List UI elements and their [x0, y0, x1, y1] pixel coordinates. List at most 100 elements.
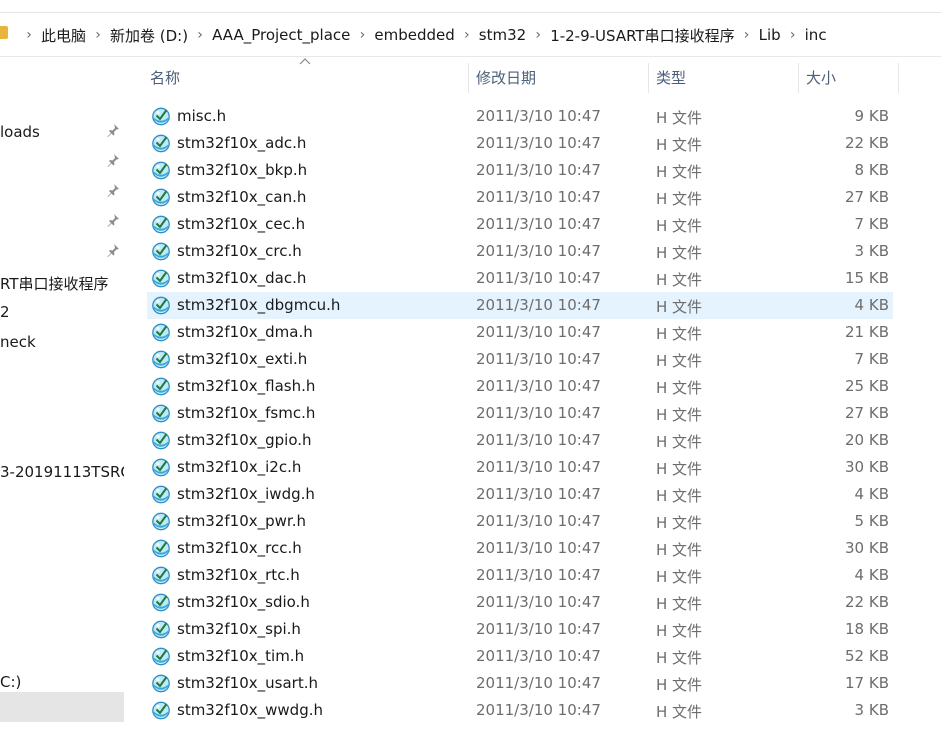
file-size: 21 KB	[845, 323, 889, 341]
file-row[interactable]: stm32f10x_spi.h 2011/3/10 10:47 H 文件 18 KB	[147, 616, 893, 643]
chevron-right-icon[interactable]: ›	[351, 27, 373, 43]
file-size: 17 KB	[845, 674, 889, 692]
breadcrumb-item[interactable]: stm32	[478, 26, 527, 44]
breadcrumb-item[interactable]: Lib	[758, 26, 782, 44]
c-header-file-icon	[152, 512, 170, 531]
chevron-right-icon[interactable]: ›	[18, 27, 40, 43]
column-divider[interactable]	[798, 63, 799, 93]
nav-item[interactable]: 3-20191113TSROY	[0, 457, 124, 487]
chevron-right-icon[interactable]: ›	[736, 27, 758, 43]
breadcrumb-item[interactable]: 1-2-9-USART串口接收程序	[549, 25, 735, 46]
file-row[interactable]: stm32f10x_usart.h 2011/3/10 10:47 H 文件 17 K…	[147, 670, 893, 697]
file-size: 4 KB	[854, 296, 889, 314]
file-row[interactable]: stm32f10x_pwr.h 2011/3/10 10:47 H 文件 5 KB	[147, 508, 893, 535]
c-header-file-icon	[152, 134, 170, 153]
column-name-header[interactable]: 名称	[150, 57, 180, 99]
nav-item[interactable]	[0, 237, 124, 267]
chevron-right-icon[interactable]: ›	[782, 27, 804, 43]
file-size: 18 KB	[845, 620, 889, 638]
pin-icon[interactable]	[105, 212, 121, 228]
c-header-file-icon	[152, 539, 170, 558]
nav-item[interactable]: 2	[0, 297, 124, 327]
nav-item[interactable]	[0, 177, 124, 207]
nav-item[interactable]: neck	[0, 327, 124, 357]
file-row[interactable]: stm32f10x_dma.h 2011/3/10 10:47 H 文件 21 KB	[147, 319, 893, 346]
pin-icon[interactable]	[105, 242, 121, 258]
breadcrumb-item[interactable]: 此电脑	[40, 25, 87, 46]
navigation-pane[interactable]: loads RT串口接收程序 2 neck 3-20191113TSROY C:)	[0, 57, 124, 756]
file-row[interactable]: stm32f10x_dac.h 2011/3/10 10:47 H 文件 15 KB	[147, 265, 893, 292]
file-type: H 文件	[656, 433, 703, 451]
sort-ascending-icon	[299, 58, 311, 65]
chevron-right-icon[interactable]: ›	[456, 27, 478, 43]
file-row[interactable]: stm32f10x_exti.h 2011/3/10 10:47 H 文件 7 KB	[147, 346, 893, 373]
nav-item[interactable]: C:)	[0, 667, 124, 697]
nav-item[interactable]	[0, 207, 124, 237]
file-row[interactable]: stm32f10x_fsmc.h 2011/3/10 10:47 H 文件 27 KB	[147, 400, 893, 427]
file-row[interactable]: stm32f10x_sdio.h 2011/3/10 10:47 H 文件 22 KB	[147, 589, 893, 616]
breadcrumb-item[interactable]: 新加卷 (D:)	[109, 25, 189, 46]
pin-icon[interactable]	[105, 182, 121, 198]
file-row[interactable]: stm32f10x_tim.h 2011/3/10 10:47 H 文件 52 KB	[147, 643, 893, 670]
file-type: H 文件	[656, 460, 703, 478]
pin-icon[interactable]	[105, 152, 121, 168]
column-divider[interactable]	[648, 63, 649, 93]
file-row[interactable]: stm32f10x_flash.h 2011/3/10 10:47 H 文件 25 K…	[147, 373, 893, 400]
breadcrumb-item[interactable]: AAA_Project_place	[211, 26, 351, 44]
file-name: stm32f10x_crc.h	[177, 242, 302, 260]
breadcrumb-item[interactable]: inc	[804, 26, 828, 44]
file-type: H 文件	[656, 271, 703, 289]
file-size: 30 KB	[845, 458, 889, 476]
file-modified-date: 2011/3/10 10:47	[476, 350, 601, 368]
file-size: 3 KB	[854, 701, 889, 719]
file-modified-date: 2011/3/10 10:47	[476, 485, 601, 503]
file-type: H 文件	[656, 406, 703, 424]
nav-item[interactable]: loads	[0, 117, 124, 147]
pin-icon[interactable]	[105, 122, 121, 138]
chevron-right-icon[interactable]: ›	[87, 27, 109, 43]
nav-item[interactable]: RT串口接收程序	[0, 267, 124, 297]
file-name: stm32f10x_usart.h	[177, 674, 318, 692]
file-row[interactable]: stm32f10x_wwdg.h 2011/3/10 10:47 H 文件 3 KB	[147, 697, 893, 724]
file-row[interactable]: stm32f10x_cec.h 2011/3/10 10:47 H 文件 7 KB	[147, 211, 893, 238]
file-row[interactable]: stm32f10x_gpio.h 2011/3/10 10:47 H 文件 20 KB	[147, 427, 893, 454]
breadcrumb-item[interactable]: embedded	[373, 26, 455, 44]
nav-item[interactable]	[0, 147, 124, 177]
file-type: H 文件	[656, 703, 703, 721]
file-row[interactable]: stm32f10x_bkp.h 2011/3/10 10:47 H 文件 8 KB	[147, 157, 893, 184]
file-list[interactable]: 名称 修改日期 类型 大小 misc.h 2011/3/10 10:47 H 文件 9…	[140, 57, 941, 756]
file-row[interactable]: stm32f10x_rcc.h 2011/3/10 10:47 H 文件 30 KB	[147, 535, 893, 562]
column-divider[interactable]	[898, 63, 899, 93]
file-row[interactable]: stm32f10x_can.h 2011/3/10 10:47 H 文件 27 KB	[147, 184, 893, 211]
column-type-header[interactable]: 类型	[656, 57, 686, 99]
c-header-file-icon	[152, 404, 170, 423]
file-size: 27 KB	[845, 404, 889, 422]
file-name: stm32f10x_tim.h	[177, 647, 305, 665]
file-modified-date: 2011/3/10 10:47	[476, 215, 601, 233]
file-row[interactable]: misc.h 2011/3/10 10:47 H 文件 9 KB	[147, 103, 893, 130]
chevron-right-icon[interactable]: ›	[189, 27, 211, 43]
column-size-header[interactable]: 大小	[806, 57, 836, 99]
file-modified-date: 2011/3/10 10:47	[476, 539, 601, 557]
file-modified-date: 2011/3/10 10:47	[476, 323, 601, 341]
file-row[interactable]: stm32f10x_iwdg.h 2011/3/10 10:47 H 文件 4 KB	[147, 481, 893, 508]
file-row[interactable]: stm32f10x_adc.h 2011/3/10 10:47 H 文件 22 KB	[147, 130, 893, 157]
file-modified-date: 2011/3/10 10:47	[476, 161, 601, 179]
file-row[interactable]: stm32f10x_crc.h 2011/3/10 10:47 H 文件 3 KB	[147, 238, 893, 265]
file-modified-date: 2011/3/10 10:47	[476, 107, 601, 125]
file-name: stm32f10x_adc.h	[177, 134, 307, 152]
file-size: 4 KB	[854, 485, 889, 503]
file-size: 20 KB	[845, 431, 889, 449]
file-modified-date: 2011/3/10 10:47	[476, 701, 601, 719]
file-row[interactable]: stm32f10x_rtc.h 2011/3/10 10:47 H 文件 4 KB	[147, 562, 893, 589]
file-size: 15 KB	[845, 269, 889, 287]
file-type: H 文件	[656, 163, 703, 181]
chevron-right-icon[interactable]: ›	[527, 27, 549, 43]
file-name: stm32f10x_wwdg.h	[177, 701, 323, 719]
column-divider[interactable]	[468, 63, 469, 93]
file-row[interactable]: stm32f10x_i2c.h 2011/3/10 10:47 H 文件 30 KB	[147, 454, 893, 481]
file-row[interactable]: stm32f10x_dbgmcu.h 2011/3/10 10:47 H 文件 4 K…	[147, 292, 893, 319]
file-size: 30 KB	[845, 539, 889, 557]
address-bar[interactable]: › 此电脑 › 新加卷 (D:) › AAA_Project_place › embedded…	[0, 14, 941, 57]
column-date-header[interactable]: 修改日期	[476, 57, 536, 99]
